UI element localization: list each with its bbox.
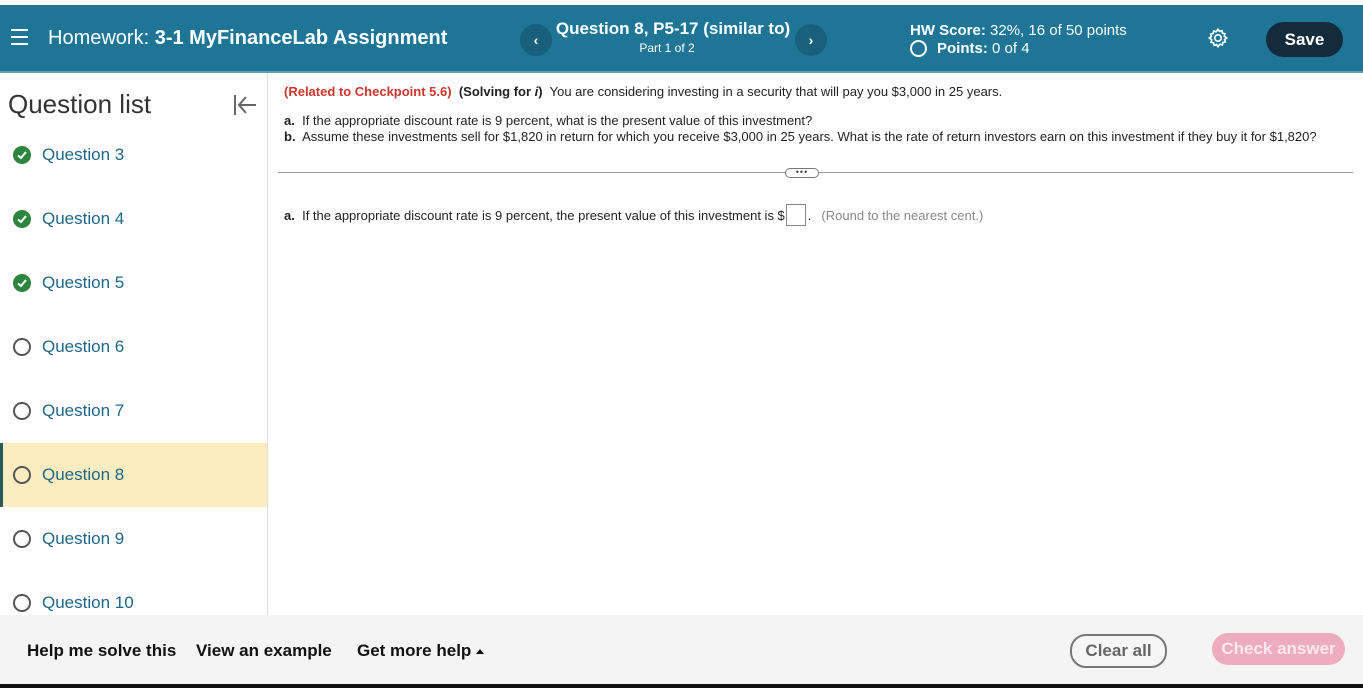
answer-prompt: If the appropriate discount rate is 9 pe… [302, 207, 785, 223]
previous-question-button[interactable]: ‹ [520, 24, 552, 56]
help-me-solve-button[interactable]: Help me solve this [27, 641, 176, 661]
next-question-button[interactable]: › [795, 24, 827, 56]
check-answer-button[interactable]: Check answer [1212, 633, 1345, 665]
bottom-edge [0, 684, 1363, 688]
gear-icon[interactable] [1207, 27, 1229, 49]
hw-score-value: 32%, 16 of 50 points [990, 22, 1127, 39]
empty-circle-icon [13, 466, 31, 484]
save-button[interactable]: Save [1266, 22, 1343, 57]
chevron-right-icon: › [808, 32, 814, 48]
question-title: Question 8, P5-17 (similar to) [555, 19, 791, 38]
sidebar-item-question[interactable]: Question 6 [0, 315, 267, 379]
solving-for-label: (Solving for i) [458, 84, 543, 99]
collapse-left-icon[interactable] [232, 93, 258, 117]
get-more-help-button[interactable]: Get more help [357, 641, 485, 661]
sidebar-item-question[interactable]: Question 9 [0, 507, 267, 571]
footer-bar: Help me solve this View an example Get m… [0, 615, 1363, 684]
sidebar-item-label: Question 3 [42, 145, 125, 164]
rounding-hint: (Round to the nearest cent.) [821, 207, 984, 223]
empty-circle-icon [13, 594, 31, 612]
homework-prefix: Homework: [48, 27, 150, 49]
sidebar-item-label: Question 4 [42, 209, 125, 228]
sidebar-item-label: Question 5 [42, 273, 125, 292]
question-content: (Related to Checkpoint 5.6) (Solving for… [268, 73, 1363, 615]
answer-letter: a. [284, 207, 295, 223]
empty-circle-icon [13, 338, 31, 356]
points-value: 0 of 4 [992, 40, 1030, 57]
sidebar-title: Question list [8, 89, 152, 119]
view-example-button[interactable]: View an example [196, 641, 332, 661]
sidebar-item-question[interactable]: Question 7 [0, 379, 267, 443]
answer-period: . [807, 207, 812, 223]
chevron-left-icon: ‹ [533, 32, 539, 48]
caret-up-icon [476, 649, 485, 654]
check-circle-icon [13, 274, 31, 292]
hamburger-menu-icon[interactable] [11, 29, 28, 45]
empty-circle-icon [13, 530, 31, 548]
points-status-icon [910, 40, 927, 57]
assignment-name: 3-1 MyFinanceLab Assignment [154, 27, 448, 49]
question-intro: (Related to Checkpoint 5.6) (Solving for… [284, 84, 1002, 99]
sidebar-item-question[interactable]: Question 8 [0, 443, 267, 507]
sidebar-item-question[interactable]: Question 3 [0, 123, 267, 187]
hw-score: HW Score: 32%, 16 of 50 points [910, 22, 1127, 39]
points-label: Points: [937, 40, 988, 57]
part-b: b. Assume these investments sell for $1,… [284, 129, 1317, 144]
intro-text: You are considering investing in a secur… [549, 84, 1003, 99]
present-value-input[interactable] [785, 204, 806, 226]
sidebar-item-question[interactable]: Question 4 [0, 187, 267, 251]
expand-question-button[interactable]: ••• [785, 168, 819, 178]
answer-row: a. If the appropriate discount rate is 9… [284, 204, 983, 226]
part-a: a. If the appropriate discount rate is 9… [284, 113, 813, 128]
assignment-title: Homework: 3-1 MyFinanceLab Assignment [48, 27, 447, 50]
question-parts: a. If the appropriate discount rate is 9… [284, 113, 1317, 145]
sidebar-item-label: Question 8 [42, 465, 125, 484]
part-indicator: Part 1 of 2 [639, 41, 695, 55]
question-list-sidebar: Question list Question 3 Question 4 Questi… [0, 73, 268, 615]
check-circle-icon [13, 146, 31, 164]
related-checkpoint: (Related to Checkpoint 5.6) [284, 84, 452, 99]
clear-all-button[interactable]: Clear all [1070, 634, 1167, 668]
sidebar-item-question[interactable]: Question 5 [0, 251, 267, 315]
sidebar-item-label: Question 9 [42, 529, 125, 548]
sidebar-item-label: Question 6 [42, 337, 125, 356]
header-bar: Homework: 3-1 MyFinanceLab Assignment ‹ … [0, 5, 1363, 73]
sidebar-item-label: Question 10 [42, 593, 134, 612]
check-circle-icon [13, 210, 31, 228]
points-display: Points: 0 of 4 [910, 40, 1030, 57]
hw-score-label: HW Score: [910, 22, 986, 39]
empty-circle-icon [13, 402, 31, 420]
sidebar-item-label: Question 7 [42, 401, 125, 420]
